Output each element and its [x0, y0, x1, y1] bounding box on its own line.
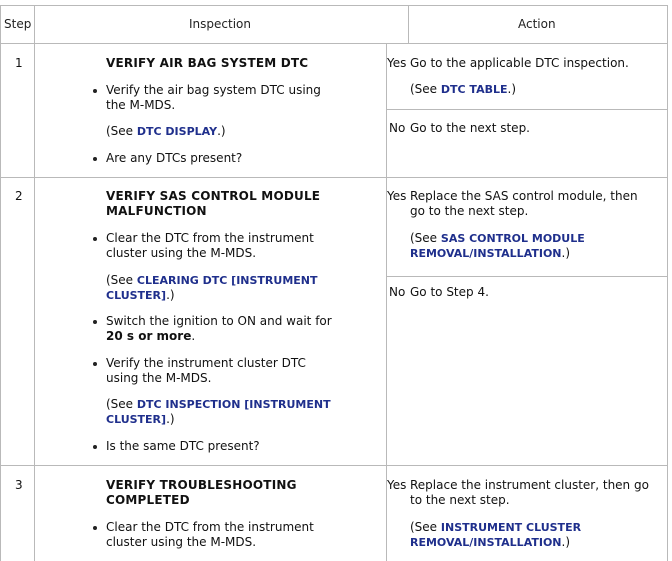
step-col-divider — [34, 5, 35, 561]
action-text: Go to the applicable DTC inspection. — [410, 56, 629, 70]
step-title-1: VERIFY AIR BAG SYSTEM DTC — [106, 56, 309, 70]
action-text: Go to the next step. — [410, 121, 530, 135]
dtc-table-link[interactable]: DTC TABLE — [441, 83, 508, 96]
step-number-1: 1 — [15, 56, 23, 70]
reference-note: CLUSTER].) — [106, 288, 175, 302]
header-divider — [0, 43, 668, 44]
inspection-text: cluster using the M-MDS. — [106, 246, 257, 260]
reference-note: (See DTC INSPECTION [INSTRUMENT — [106, 397, 331, 411]
action-text: Replace the SAS control module, then — [410, 189, 638, 203]
step-title-2: MALFUNCTION — [106, 204, 207, 218]
reference-note: (See CLEARING DTC [INSTRUMENT — [106, 273, 318, 287]
header-action: Action — [518, 17, 556, 31]
step-number-3: 3 — [15, 478, 23, 492]
sas-control-module-link[interactable]: REMOVAL/INSTALLATION — [410, 247, 562, 260]
action-text: go to the next step. — [410, 204, 529, 218]
reference-note: (See INSTRUMENT CLUSTER — [410, 520, 582, 534]
dtc-inspection-link[interactable]: DTC INSPECTION [INSTRUMENT — [137, 398, 331, 411]
table-border-left — [0, 5, 1, 561]
no-label: No — [389, 285, 406, 299]
yes-label: Yes — [387, 189, 407, 203]
reference-note: (See DTC TABLE.) — [410, 82, 516, 96]
reference-note: REMOVAL/INSTALLATION.) — [410, 246, 571, 260]
clearing-dtc-link[interactable]: CLUSTER] — [106, 289, 166, 302]
step-title-2: VERIFY SAS CONTROL MODULE — [106, 189, 321, 203]
reference-note: REMOVAL/INSTALLATION.) — [410, 535, 571, 549]
bullet-dot — [93, 89, 97, 93]
instrument-cluster-link[interactable]: INSTRUMENT CLUSTER — [441, 521, 581, 534]
step-title-3: VERIFY TROUBLESHOOTING — [106, 478, 297, 492]
action-text: Replace the instrument cluster, then go — [410, 478, 649, 492]
action-text: to the next step. — [410, 493, 510, 507]
clearing-dtc-link[interactable]: CLEARING DTC [INSTRUMENT — [137, 274, 318, 287]
inspection-text: the M-MDS. — [106, 98, 176, 112]
inspection-text: cluster using the M-MDS. — [106, 535, 257, 549]
no-label: No — [389, 121, 406, 135]
table-border-top — [0, 5, 668, 6]
inspection-text: Switch the ignition to ON and wait for — [106, 314, 332, 328]
header-step: Step — [4, 17, 32, 31]
table-border-right — [667, 5, 668, 561]
yes-label: Yes — [387, 478, 407, 492]
bullet-dot — [93, 445, 97, 449]
inspection-text: Clear the DTC from the instrument — [106, 231, 314, 245]
reference-note: (See SAS CONTROL MODULE — [410, 231, 585, 245]
inspection-question: Are any DTCs present? — [106, 151, 243, 165]
row-divider-1 — [0, 177, 668, 178]
reference-note: CLUSTER].) — [106, 412, 175, 426]
yes-label: Yes — [387, 56, 407, 70]
bullet-dot — [93, 320, 97, 324]
bullet-dot — [93, 362, 97, 366]
bullet-dot — [93, 237, 97, 241]
inspection-question: Is the same DTC present? — [106, 439, 260, 453]
procedure-table: Step Inspection Action 1 VERIFY AIR BAG … — [0, 0, 672, 561]
action-text: Go to Step 4. — [410, 285, 489, 299]
header-inspection: Inspection — [189, 17, 251, 31]
row2-yes-no-divider — [386, 276, 668, 277]
step-title-3: COMPLETED — [106, 493, 190, 507]
instrument-cluster-link[interactable]: REMOVAL/INSTALLATION — [410, 536, 562, 549]
row-divider-2 — [0, 465, 668, 466]
step-number-2: 2 — [15, 189, 23, 203]
bullet-dot — [93, 157, 97, 161]
inspection-text: Verify the instrument cluster DTC — [106, 356, 306, 370]
dtc-inspection-link[interactable]: CLUSTER] — [106, 413, 166, 426]
sas-control-module-link[interactable]: SAS CONTROL MODULE — [441, 232, 585, 245]
inspection-text: 20 s or more. — [106, 329, 196, 343]
row1-yes-no-divider — [386, 109, 668, 110]
reference-note: (See DTC DISPLAY.) — [106, 124, 226, 138]
inspection-text: using the M-MDS. — [106, 371, 212, 385]
bullet-dot — [93, 526, 97, 530]
inspection-text: Verify the air bag system DTC using — [106, 83, 321, 97]
inspection-text: Clear the DTC from the instrument — [106, 520, 314, 534]
header-action-divider — [408, 5, 409, 43]
dtc-display-link[interactable]: DTC DISPLAY — [137, 125, 217, 138]
